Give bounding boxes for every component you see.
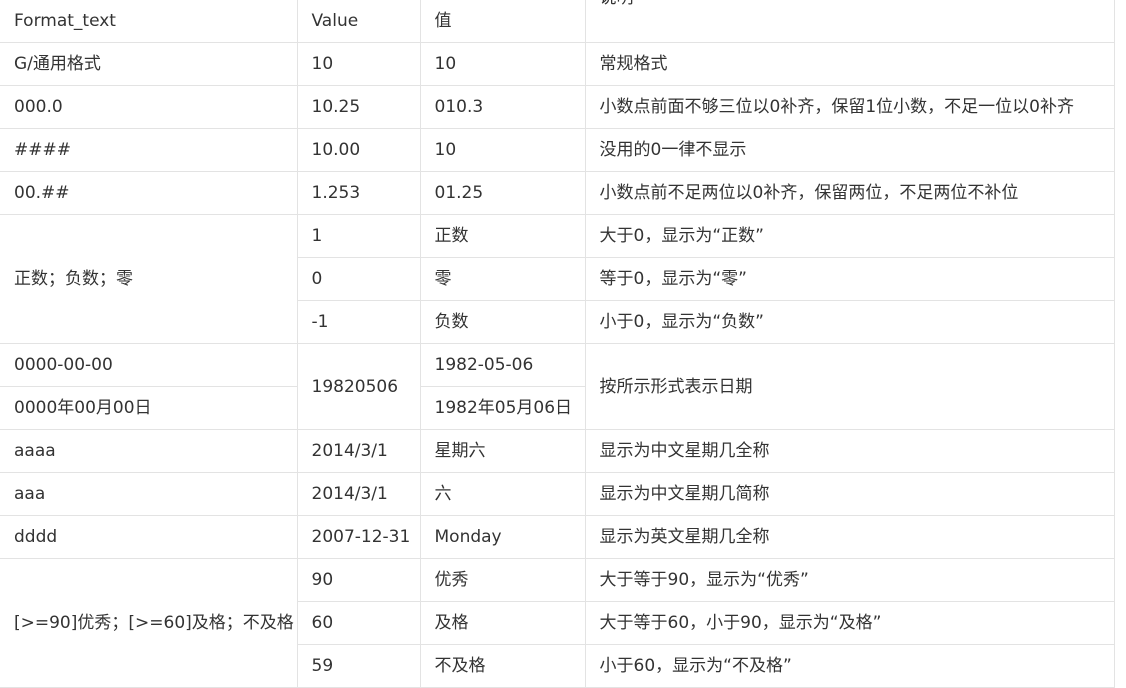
value-cell: 1 <box>296 214 421 258</box>
description-cell: 显示为英文星期几全称 <box>584 515 1115 559</box>
table-row: #### 10.00 10 没用的0一律不显示 <box>0 128 1115 172</box>
value-cell: 2014/3/1 <box>296 429 421 473</box>
description-cell: 大于0，显示为“正数” <box>584 214 1115 258</box>
value-cell: 2014/3/1 <box>296 472 421 516</box>
table-row: aaaa 2014/3/1 星期六 显示为中文星期几全称 <box>0 429 1115 473</box>
table-row: dddd 2007-12-31 Monday 显示为英文星期几全称 <box>0 515 1115 559</box>
value-cell: -1 <box>297 300 421 344</box>
table-row: aaa 2014/3/1 六 显示为中文星期几简称 <box>0 472 1115 516</box>
description-cell: 大于等于60，小于90，显示为“及格” <box>584 601 1115 645</box>
table-row: 0000-00-00 19820506 1982-05-06 按所示形式表示日期 <box>0 343 1115 430</box>
format-cell: 0000年00月00日 <box>0 386 298 430</box>
table-header-row: Format_text Value 值 说明 <box>0 0 1115 43</box>
result-cell: 及格 <box>419 601 586 645</box>
description-cell: 小于60，显示为“不及格” <box>584 644 1115 688</box>
format-cell: aaaa <box>0 429 298 473</box>
result-cell: 10 <box>419 42 586 86</box>
description-cell: 小于0，显示为“负数” <box>584 300 1115 344</box>
result-cell: 01.25 <box>419 171 586 215</box>
header-format-text: Format_text <box>0 0 298 43</box>
value-cell: 1.253 <box>296 171 421 215</box>
table-row: [>=90]优秀；[>=60]及格；不及格 90 优秀 大于等于90，显示为“优… <box>0 558 1115 688</box>
description-cell-date-group: 按所示形式表示日期 <box>584 343 1115 430</box>
table-row: 000.0 10.25 010.3 小数点前面不够三位以0补齐，保留1位小数，不… <box>0 85 1115 129</box>
table-row: 00.## 1.253 01.25 小数点前不足两位以0补齐，保留两位，不足两位… <box>0 171 1115 215</box>
result-cell: 六 <box>419 472 586 516</box>
value-cell: 0 <box>297 257 421 301</box>
format-cell-grade-group: [>=90]优秀；[>=60]及格；不及格 <box>0 558 298 688</box>
result-cell: 1982年05月06日 <box>419 386 586 430</box>
header-result: 值 <box>419 0 586 43</box>
description-cell: 小数点前不足两位以0补齐，保留两位，不足两位不补位 <box>584 171 1115 215</box>
value-cell-date-group: 19820506 <box>296 343 421 430</box>
format-cell-sign-group: 正数；负数；零 <box>0 214 298 344</box>
description-cell: 大于等于90，显示为“优秀” <box>584 558 1115 602</box>
description-cell: 常规格式 <box>584 42 1115 86</box>
format-cell: aaa <box>0 472 298 516</box>
header-description: 说明 <box>584 0 1115 43</box>
value-cell: 59 <box>297 644 421 688</box>
result-cell: 10 <box>419 128 586 172</box>
result-cell: 零 <box>419 257 586 301</box>
format-cell: G/通用格式 <box>0 42 298 86</box>
value-cell: 90 <box>296 558 421 602</box>
format-cell: 0000-00-00 <box>0 343 298 387</box>
result-cell: 星期六 <box>419 429 586 473</box>
result-cell: 010.3 <box>419 85 586 129</box>
table-row: 正数；负数；零 1 正数 大于0，显示为“正数” <box>0 214 1115 344</box>
value-cell: 10.00 <box>296 128 421 172</box>
description-cell: 没用的0一律不显示 <box>584 128 1115 172</box>
format-cell: 00.## <box>0 171 298 215</box>
format-cell: dddd <box>0 515 298 559</box>
result-cell: 负数 <box>419 300 586 344</box>
description-cell: 显示为中文星期几简称 <box>584 472 1115 516</box>
result-cell: Monday <box>419 515 586 559</box>
format-cell: 000.0 <box>0 85 298 129</box>
header-value: Value <box>296 0 421 43</box>
table-row: G/通用格式 10 10 常规格式 <box>0 42 1115 86</box>
result-cell: 正数 <box>419 214 586 258</box>
description-cell: 显示为中文星期几全称 <box>584 429 1115 473</box>
result-cell: 不及格 <box>419 644 586 688</box>
result-cell: 优秀 <box>419 558 586 602</box>
value-cell: 10.25 <box>296 85 421 129</box>
value-cell: 10 <box>296 42 421 86</box>
description-cell: 等于0，显示为“零” <box>584 257 1115 301</box>
format-table: Format_text Value 值 说明 G/通用格式 10 10 常规格式… <box>0 0 1115 688</box>
description-cell: 小数点前面不够三位以0补齐，保留1位小数，不足一位以0补齐 <box>584 85 1115 129</box>
result-cell: 1982-05-06 <box>419 343 586 387</box>
value-cell: 60 <box>297 601 421 645</box>
format-cell: #### <box>0 128 298 172</box>
value-cell: 2007-12-31 <box>296 515 421 559</box>
